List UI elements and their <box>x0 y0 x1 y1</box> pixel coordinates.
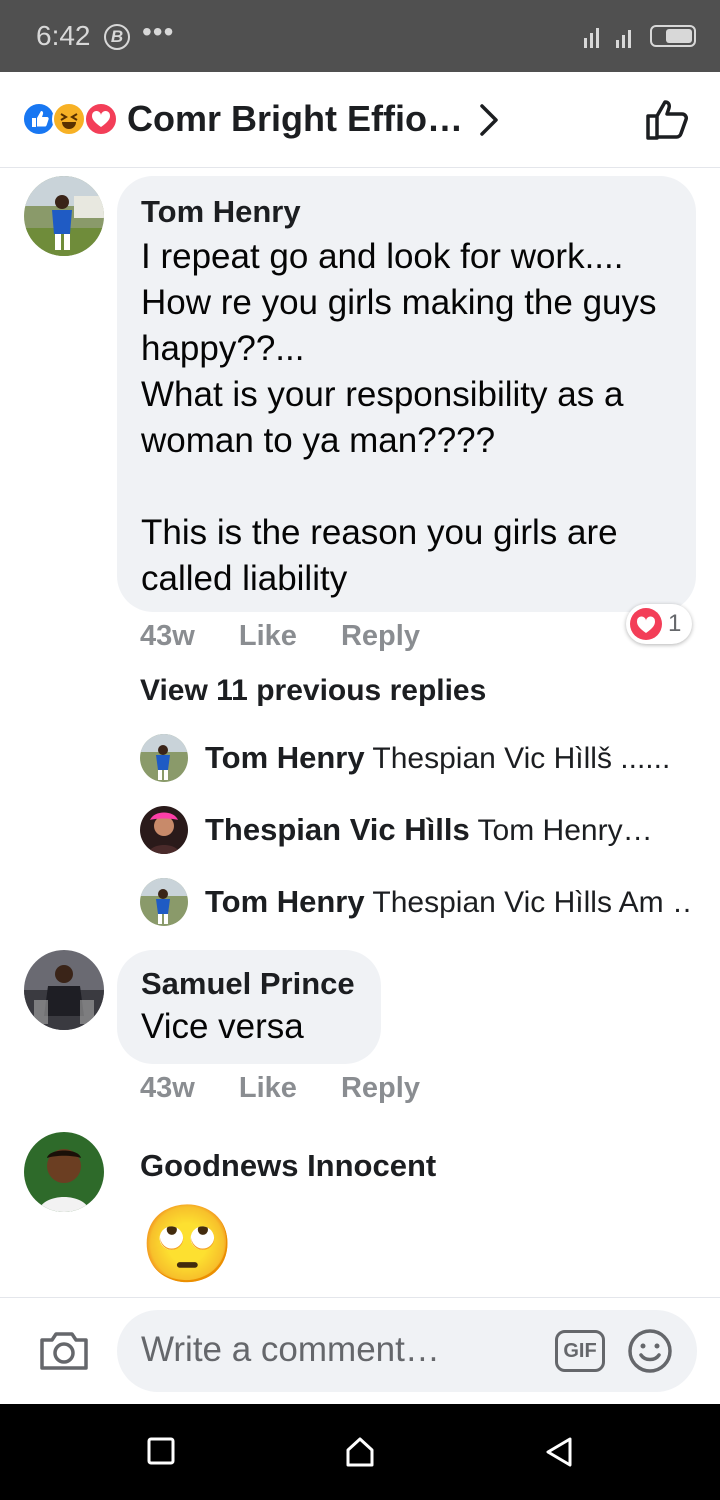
b-badge-icon: B <box>104 24 130 50</box>
like-link[interactable]: Like <box>239 620 297 652</box>
chevron-right-icon[interactable] <box>476 102 502 143</box>
reply-row[interactable]: Tom Henry Thespian Vic Hìllš ...... <box>140 734 700 782</box>
reply-author[interactable]: Tom Henry <box>205 740 365 775</box>
reply-author[interactable]: Tom Henry <box>205 884 365 919</box>
gif-button[interactable]: GIF <box>555 1330 605 1372</box>
avatar-tom-henry[interactable] <box>140 734 188 782</box>
signal-bars-icon <box>582 24 642 55</box>
comment-time: 43w <box>140 1072 195 1104</box>
comment-composer: Write a comment… GIF <box>0 1297 720 1404</box>
comment-author[interactable]: Samuel Prince <box>141 966 357 1002</box>
comments-header: Comr Bright Effio… <box>0 72 720 168</box>
reply-snippet: Tom Henry… <box>477 814 653 847</box>
comment-actions: 43w Like Reply <box>140 620 456 653</box>
rolling-eyes-emoji: 🙄 <box>140 1202 235 1287</box>
overflow-dots-icon: ••• <box>142 16 175 47</box>
reaction-count-badge[interactable]: 1 <box>626 604 692 644</box>
reply-snippet: Thespian Vic Hìlls Am … <box>372 886 695 919</box>
comment-input[interactable]: Write a comment… GIF <box>117 1310 697 1392</box>
avatar-samuel-prince[interactable] <box>24 950 104 1030</box>
comment-placeholder[interactable]: Write a comment… <box>141 1330 440 1370</box>
camera-icon[interactable] <box>38 1328 90 1377</box>
comment-text: I repeat go and look for work.... How re… <box>141 237 657 598</box>
avatar-tom-henry[interactable] <box>24 176 104 256</box>
reply-link[interactable]: Reply <box>341 620 420 652</box>
comment-bubble[interactable]: Samuel Prince Vice versa <box>117 950 381 1064</box>
like-link[interactable]: Like <box>239 1072 297 1104</box>
reply-preview: Tom Henry Thespian Vic Hìllš ...... <box>205 740 695 776</box>
reply-preview: Thespian Vic Hìlls Tom Henry… <box>205 812 695 848</box>
like-reaction-icon <box>22 102 56 136</box>
post-author-title[interactable]: Comr Bright Effio… <box>127 98 463 140</box>
back-triangle-icon[interactable] <box>544 1436 574 1473</box>
reply-preview: Tom Henry Thespian Vic Hìlls Am … <box>205 884 695 920</box>
status-time: 6:42 <box>36 20 91 51</box>
battery-icon <box>650 25 696 47</box>
emoji-picker-icon[interactable] <box>627 1328 673 1379</box>
recents-square-icon[interactable] <box>146 1436 176 1471</box>
comments-sheet: Comr Bright Effio… Tom Henry I repeat go… <box>0 72 720 1404</box>
reply-row[interactable]: Thespian Vic Hìlls Tom Henry… <box>140 806 700 854</box>
like-post-icon[interactable] <box>644 98 692 147</box>
love-reaction-icon <box>630 608 662 640</box>
comment-actions: 43w Like Reply <box>140 1072 456 1105</box>
avatar-thespian-vic-hills[interactable] <box>140 806 188 854</box>
home-icon[interactable] <box>344 1436 376 1473</box>
avatar-tom-henry[interactable] <box>140 878 188 926</box>
reply-row[interactable]: Tom Henry Thespian Vic Hìlls Am … <box>140 878 700 926</box>
comment-time: 43w <box>140 620 195 652</box>
status-bar: 6:42 B ••• <box>0 0 720 72</box>
avatar-goodnews-innocent[interactable] <box>24 1132 104 1212</box>
comment-bubble[interactable]: Tom Henry I repeat go and look for work.… <box>117 176 696 612</box>
reply-snippet: Thespian Vic Hìllš ...... <box>372 742 671 775</box>
reaction-count: 1 <box>668 610 682 637</box>
haha-reaction-icon <box>52 102 86 136</box>
comment-author[interactable]: Tom Henry <box>141 194 672 230</box>
reaction-summary[interactable] <box>22 102 122 138</box>
system-nav-bar <box>0 1404 720 1500</box>
comment-author[interactable]: Goodnews Innocent <box>140 1148 436 1184</box>
view-previous-replies-link[interactable]: View 11 previous replies <box>140 674 486 708</box>
love-reaction-icon <box>84 102 118 136</box>
comment-text: Vice versa <box>141 1007 304 1046</box>
reply-author[interactable]: Thespian Vic Hìlls <box>205 812 470 847</box>
reply-link[interactable]: Reply <box>341 1072 420 1104</box>
